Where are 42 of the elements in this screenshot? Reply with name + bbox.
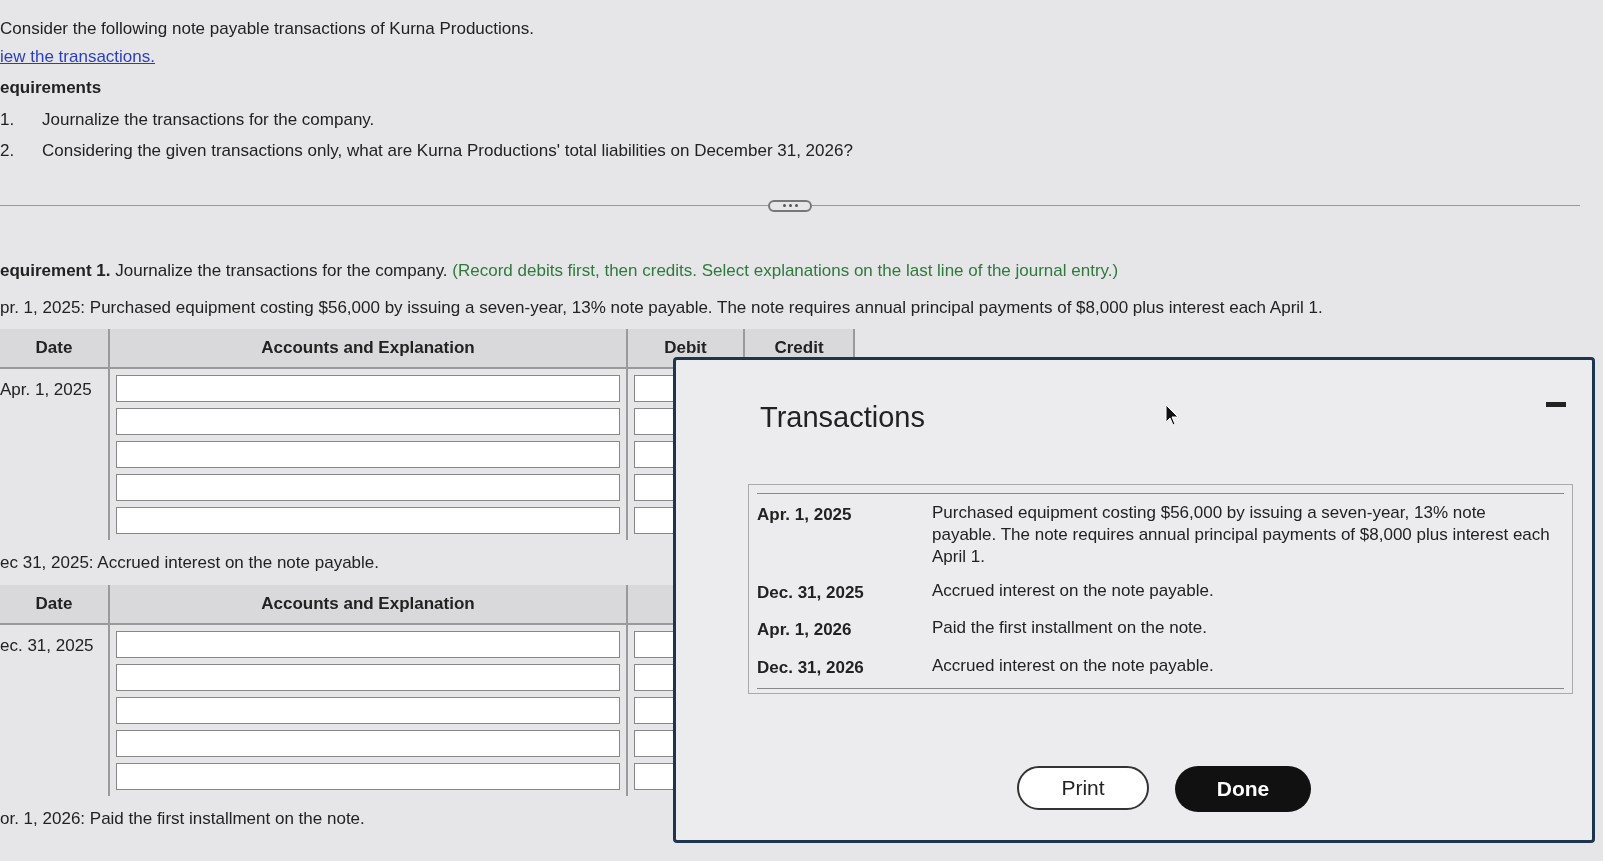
- account-field[interactable]: [116, 506, 620, 534]
- requirements-heading: equirements: [0, 77, 103, 99]
- account-field[interactable]: [116, 664, 620, 691]
- column-header: Date: [35, 593, 73, 616]
- column-header: Date: [35, 336, 73, 359]
- account-field[interactable]: [116, 473, 620, 501]
- entry-date: ec. 31, 2025: [0, 636, 94, 655]
- dialog-title: Transactions: [760, 400, 925, 435]
- transaction-text: Purchased equipment costing $56,000 by issuing a seven-year, 13% note payable. The note requires annual principal payments of $8,000 plus interest each April 1.: [932, 501, 1551, 568]
- requirement-number: 2.: [0, 140, 16, 162]
- account-field[interactable]: [116, 631, 620, 658]
- transaction-text: Accrued interest on the note payable.: [932, 654, 1215, 677]
- cursor-icon: [1164, 404, 1179, 426]
- account-field[interactable]: [116, 697, 620, 724]
- account-field[interactable]: [116, 440, 620, 468]
- entry-date: Apr. 1, 2025: [0, 379, 92, 399]
- transaction-date: Dec. 31, 2025: [757, 581, 865, 604]
- transaction-date: Apr. 1, 2025: [757, 503, 853, 526]
- transaction-description: or. 1, 2026: Paid the first installment on the note.: [0, 808, 365, 830]
- transaction-date: Apr. 1, 2026: [757, 619, 853, 641]
- transaction-date: Dec. 31, 2026: [757, 656, 865, 679]
- requirement-instruction: equirement 1. Journalize the transactions for the company. (Record debits first, then credits. Select explanations on the last line of the journal entry.): [0, 259, 1120, 282]
- column-header: Debit: [664, 336, 707, 359]
- column-header: Accounts and Explanation: [261, 336, 475, 359]
- transaction-description: ec 31, 2025: Accrued interest on the note payable.: [0, 551, 379, 574]
- expand-handle[interactable]: [768, 199, 812, 212]
- account-field[interactable]: [116, 763, 620, 790]
- column-header: Accounts and Explanation: [261, 593, 475, 616]
- requirement-text: Considering the given transactions only, what are Kurna Productions' total liabilities on December 31, 2026?: [42, 140, 853, 162]
- requirement-text: Journalize the transactions for the company.: [42, 108, 375, 131]
- transaction-text: Accrued interest on the note payable.: [932, 579, 1215, 602]
- requirement-number: 1.: [0, 108, 16, 131]
- print-button[interactable]: Print: [1017, 766, 1149, 810]
- account-field[interactable]: [116, 374, 620, 402]
- view-transactions-link[interactable]: iew the transactions.: [0, 43, 155, 69]
- intro-text: Consider the following note payable transactions of Kurna Productions.: [0, 18, 535, 40]
- column-header: Credit: [774, 336, 824, 359]
- account-field[interactable]: [116, 730, 620, 757]
- account-field[interactable]: [116, 407, 620, 435]
- transaction-description: pr. 1, 2025: Purchased equipment costing $56,000 by issuing a seven-year, 13% note payable. The note requires annual principal payments of $8,000 plus interest each April 1.: [0, 297, 1323, 319]
- done-button[interactable]: Done: [1175, 766, 1311, 812]
- transaction-text: Paid the first installment on the note.: [932, 617, 1208, 639]
